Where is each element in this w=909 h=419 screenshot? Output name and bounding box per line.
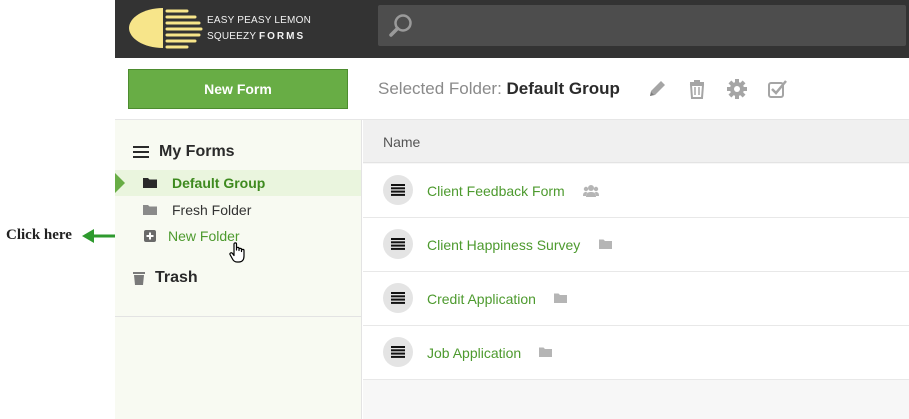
folder-icon [143,178,157,188]
list-icon [133,146,149,158]
trash-icon [133,272,145,285]
list-icon [391,292,405,304]
form-name[interactable]: Client Happiness Survey [427,237,580,253]
brand-forms: FORMS [259,31,306,42]
table-row[interactable]: Client Feedback Form [363,164,909,218]
selected-folder-name: Default Group [506,79,620,98]
form-badge [383,175,413,205]
new-form-button[interactable]: New Form [128,69,348,109]
gear-icon[interactable] [726,78,748,100]
form-name[interactable]: Job Application [427,345,521,361]
brand-line1: EASY PEASY LEMON [207,15,311,26]
sidebar-item-default-group[interactable]: Default Group [115,170,361,196]
active-marker [115,173,125,193]
checkbox-icon[interactable] [766,78,788,100]
hand-cursor-icon [229,242,245,263]
folder-icon [554,293,567,303]
my-forms-label: My Forms [159,143,235,160]
sidebar-divider [115,316,361,317]
top-bar: EASY PEASY LEMON SQUEEZY FORMS [115,0,909,58]
table-row[interactable]: Credit Application [363,272,909,326]
table-row[interactable]: Job Application [363,326,909,380]
list-icon [391,346,405,358]
column-header-name[interactable]: Name [383,134,420,150]
my-forms-heading[interactable]: My Forms [133,143,235,161]
folder-icon [143,205,157,215]
toolbar: New Form Selected Folder: Default Group [115,58,909,120]
annotation-area: Click here [0,0,136,419]
folder-icon [599,239,612,249]
users-icon [583,185,599,197]
selected-folder-title: Selected Folder: Default Group [378,79,620,99]
folder-icon [539,347,552,357]
annotation-label: Click here [6,227,72,243]
form-badge [383,229,413,259]
plus-square-icon [144,230,156,242]
table-header: Name [363,120,909,163]
form-badge [383,337,413,367]
sidebar-item-label: Fresh Folder [172,202,252,218]
form-badge [383,283,413,313]
search-input[interactable] [378,5,906,46]
pencil-icon[interactable] [646,78,668,100]
sidebar-item-fresh-folder[interactable]: Fresh Folder [115,197,361,223]
sidebar-item-new-folder[interactable]: New Folder [115,223,361,263]
app-root: Click here EASY PEASY LEMON SQUEEZY FORM… [0,0,909,419]
search-icon [389,14,412,37]
form-name[interactable]: Credit Application [427,291,536,307]
selected-folder-prefix: Selected Folder: [378,79,507,98]
trash-heading[interactable]: Trash [133,269,198,287]
brand-line2: SQUEEZY FORMS [207,29,311,45]
trash-icon[interactable] [686,78,708,100]
brand-name: EASY PEASY LEMON SQUEEZY FORMS [207,13,311,45]
form-name[interactable]: Client Feedback Form [427,183,565,199]
sidebar: My Forms Default Group Fresh Folder New … [115,120,362,419]
list-icon [391,238,405,250]
list-icon [391,184,405,196]
sidebar-item-label: Default Group [172,175,266,191]
trash-label: Trash [155,269,198,286]
brand-squeezy: SQUEEZY [207,31,257,42]
forms-table: Name Client Feedback Form Client Happine… [363,120,909,419]
table-row[interactable]: Client Happiness Survey [363,218,909,272]
lemon-logo-icon [129,8,203,49]
